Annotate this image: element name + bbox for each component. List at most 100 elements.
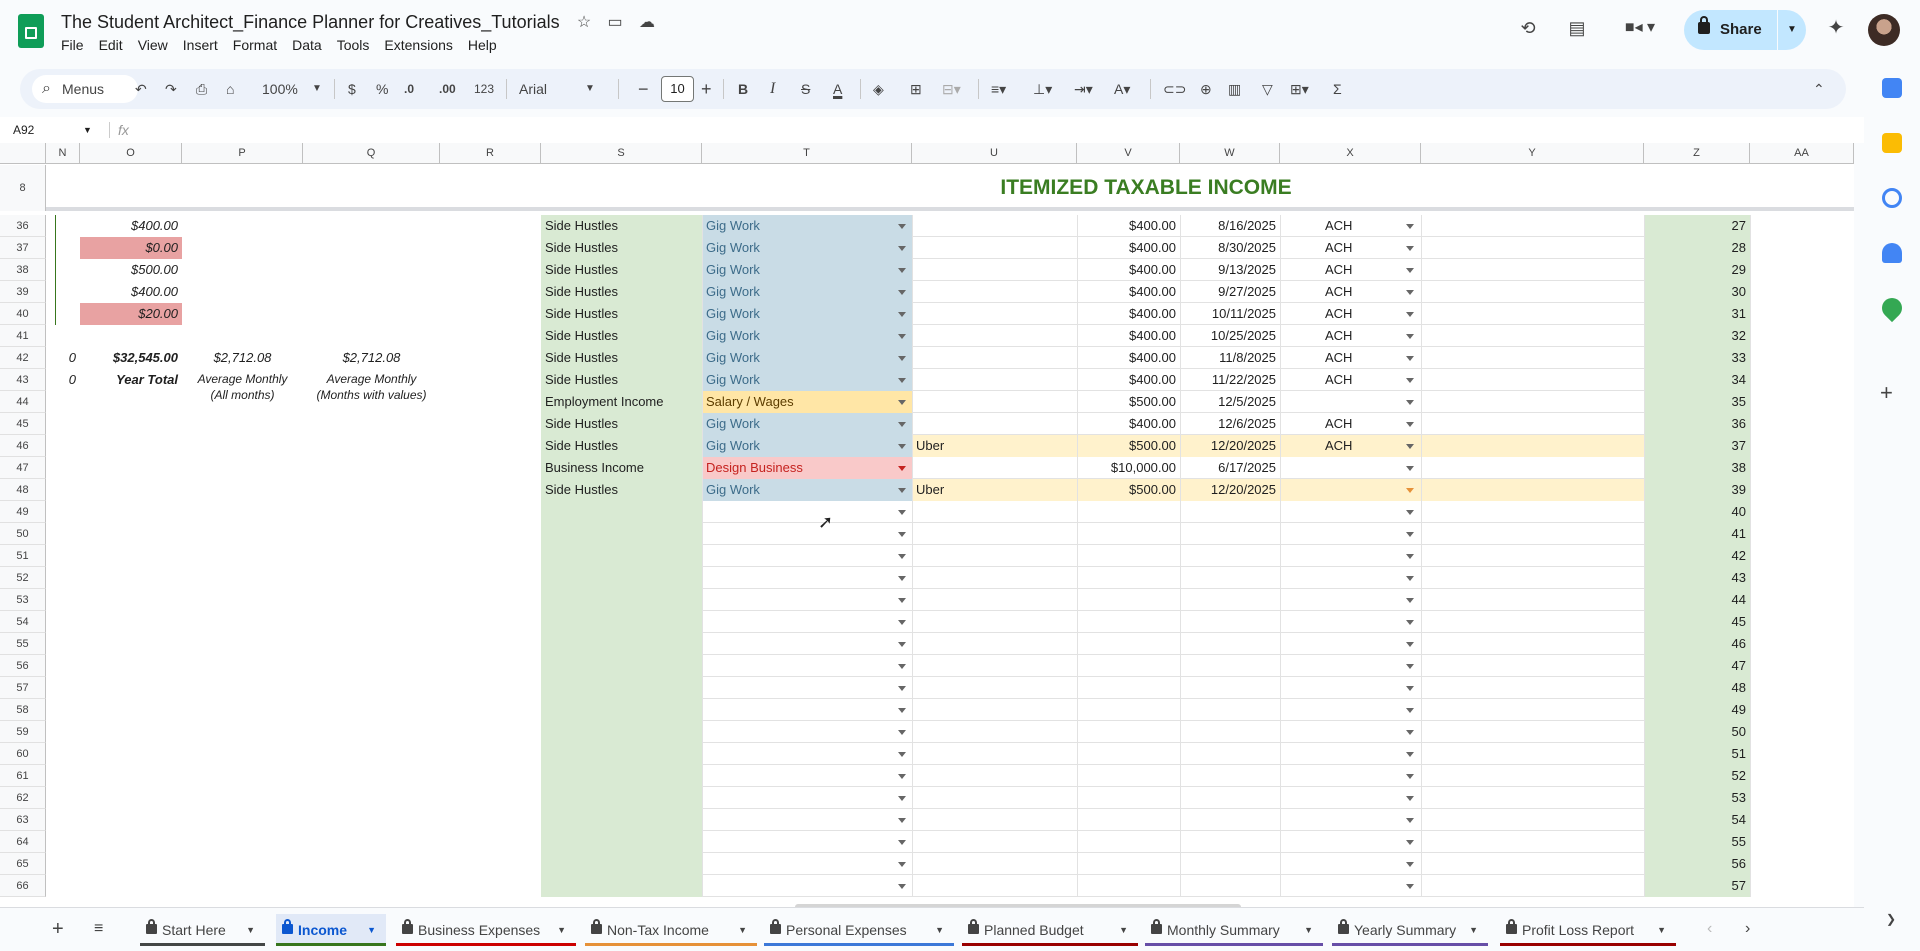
document-title[interactable]: The Student Architect_Finance Planner fo… xyxy=(61,12,560,33)
notes-cell[interactable] xyxy=(1421,215,1644,237)
category-cell[interactable]: Side Hustles xyxy=(541,215,702,237)
row-header[interactable]: 48 xyxy=(0,479,46,501)
source-cell[interactable] xyxy=(912,831,1077,853)
source-cell[interactable] xyxy=(912,303,1077,325)
align-horizontal-icon[interactable]: ≡▾ xyxy=(991,69,1006,109)
source-cell[interactable] xyxy=(912,281,1077,303)
notes-cell[interactable] xyxy=(1421,281,1644,303)
zoom-select[interactable]: 100% xyxy=(262,69,298,109)
text-color-icon[interactable]: A xyxy=(833,69,842,109)
amount-cell[interactable] xyxy=(1077,545,1180,567)
payment-method-dropdown[interactable] xyxy=(1280,567,1421,589)
category-cell[interactable]: Side Hustles xyxy=(541,347,702,369)
amount-cell[interactable] xyxy=(1077,501,1180,523)
payment-method-dropdown[interactable] xyxy=(1280,457,1421,479)
amount-cell[interactable] xyxy=(1077,809,1180,831)
payment-method-dropdown[interactable] xyxy=(1280,853,1421,875)
date-cell[interactable]: 10/11/2025 xyxy=(1180,303,1280,325)
chevron-down-icon[interactable]: ▼ xyxy=(1469,914,1478,946)
date-cell[interactable] xyxy=(1180,743,1280,765)
date-cell[interactable] xyxy=(1180,501,1280,523)
menu-format[interactable]: Format xyxy=(233,37,285,57)
date-cell[interactable] xyxy=(1180,633,1280,655)
payment-method-dropdown[interactable] xyxy=(1280,699,1421,721)
font-size-input[interactable]: 10 xyxy=(661,76,694,102)
income-type-dropdown[interactable] xyxy=(702,787,912,809)
payment-method-dropdown[interactable] xyxy=(1280,391,1421,413)
column-header-q[interactable]: Q xyxy=(303,143,440,164)
payment-method-dropdown[interactable] xyxy=(1280,721,1421,743)
payment-method-dropdown[interactable] xyxy=(1280,743,1421,765)
amount-cell[interactable] xyxy=(1077,677,1180,699)
row-header[interactable]: 36 xyxy=(0,215,46,237)
chevron-down-icon[interactable]: ▼ xyxy=(1119,914,1128,946)
payment-method-dropdown[interactable]: ACH xyxy=(1280,303,1421,325)
amount-cell[interactable] xyxy=(1077,523,1180,545)
notes-cell[interactable] xyxy=(1421,721,1644,743)
date-cell[interactable] xyxy=(1180,809,1280,831)
income-type-dropdown[interactable] xyxy=(702,853,912,875)
category-cell[interactable]: Side Hustles xyxy=(541,369,702,391)
date-cell[interactable]: 10/25/2025 xyxy=(1180,325,1280,347)
filter-icon[interactable]: ▽ xyxy=(1262,69,1273,109)
italic-icon[interactable]: I xyxy=(770,69,775,109)
row-header[interactable]: 47 xyxy=(0,457,46,479)
payment-method-dropdown[interactable] xyxy=(1280,765,1421,787)
row-header[interactable]: 53 xyxy=(0,589,46,611)
share-dropdown[interactable]: ▼ xyxy=(1777,10,1806,50)
income-type-dropdown[interactable]: Gig Work xyxy=(702,237,912,259)
income-type-dropdown[interactable]: Gig Work xyxy=(702,325,912,347)
column-header-o[interactable]: O xyxy=(80,143,182,164)
column-header-r[interactable]: R xyxy=(440,143,541,164)
amount-cell[interactable] xyxy=(1077,831,1180,853)
source-cell[interactable] xyxy=(912,765,1077,787)
category-cell[interactable] xyxy=(541,699,702,721)
category-cell[interactable] xyxy=(541,655,702,677)
payment-method-dropdown[interactable] xyxy=(1280,787,1421,809)
redo-icon[interactable]: ↷ xyxy=(165,69,177,109)
amount-cell[interactable]: $400.00 xyxy=(1077,303,1180,325)
row-header[interactable]: 65 xyxy=(0,853,46,875)
fill-color-icon[interactable]: ◈ xyxy=(873,69,884,109)
text-rotation-icon[interactable]: A▾ xyxy=(1114,69,1130,109)
date-cell[interactable]: 12/5/2025 xyxy=(1180,391,1280,413)
source-cell[interactable] xyxy=(912,677,1077,699)
table-view-icon[interactable]: ⊞▾ xyxy=(1290,69,1309,109)
date-cell[interactable]: 11/22/2025 xyxy=(1180,369,1280,391)
increase-font-size-button[interactable]: + xyxy=(701,69,712,109)
payment-method-dropdown[interactable] xyxy=(1280,589,1421,611)
insert-comment-icon[interactable]: ⊕ xyxy=(1200,69,1212,109)
chevron-down-icon[interactable]: ▼ xyxy=(246,914,255,946)
menu-insert[interactable]: Insert xyxy=(183,37,226,57)
decrease-font-size-button[interactable]: − xyxy=(638,69,649,109)
source-cell[interactable] xyxy=(912,787,1077,809)
notes-cell[interactable] xyxy=(1421,259,1644,281)
income-type-dropdown[interactable] xyxy=(702,523,912,545)
income-type-dropdown[interactable] xyxy=(702,831,912,853)
row-header[interactable]: 62 xyxy=(0,787,46,809)
version-history-icon[interactable]: ⟲ xyxy=(1518,18,1538,38)
scroll-tabs-right-icon[interactable]: › xyxy=(1745,920,1750,938)
amount-cell[interactable] xyxy=(1077,699,1180,721)
date-cell[interactable]: 9/13/2025 xyxy=(1180,259,1280,281)
column-header-n[interactable]: N xyxy=(46,143,80,164)
notes-cell[interactable] xyxy=(1421,347,1644,369)
source-cell[interactable] xyxy=(912,215,1077,237)
sheet-tab-personal-expenses[interactable]: Personal Expenses ▼ xyxy=(764,914,954,946)
sheet-tab-planned-budget[interactable]: Planned Budget ▼ xyxy=(962,914,1138,946)
income-type-dropdown[interactable]: Gig Work xyxy=(702,347,912,369)
payment-method-dropdown[interactable]: ACH xyxy=(1280,413,1421,435)
category-cell[interactable] xyxy=(541,633,702,655)
notes-cell[interactable] xyxy=(1421,325,1644,347)
notes-cell[interactable] xyxy=(1421,501,1644,523)
notes-cell[interactable] xyxy=(1421,699,1644,721)
amount-cell[interactable]: $400.00 xyxy=(1077,347,1180,369)
menu-help[interactable]: Help xyxy=(468,37,505,57)
row-header[interactable]: 40 xyxy=(0,303,46,325)
bold-icon[interactable]: B xyxy=(738,69,748,109)
source-cell[interactable] xyxy=(912,611,1077,633)
row-header[interactable]: 41 xyxy=(0,325,46,347)
date-cell[interactable]: 11/8/2025 xyxy=(1180,347,1280,369)
row-header[interactable]: 61 xyxy=(0,765,46,787)
date-cell[interactable] xyxy=(1180,523,1280,545)
